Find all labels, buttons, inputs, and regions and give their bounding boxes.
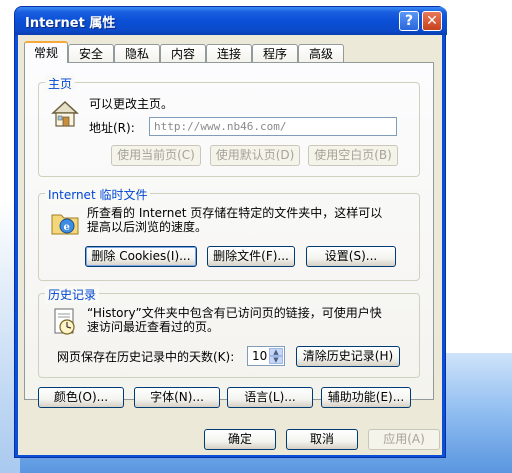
tab-programs[interactable]: 程序 bbox=[252, 44, 298, 62]
window-title: Internet 属性 bbox=[25, 16, 116, 31]
ok-button[interactable]: 确定 bbox=[204, 429, 276, 450]
close-button[interactable]: ✕ bbox=[422, 11, 442, 31]
history-group-title: 历史记录 bbox=[45, 286, 100, 303]
history-days-value: 10 bbox=[252, 349, 268, 363]
colors-button[interactable]: 颜色(O)... bbox=[38, 387, 124, 408]
languages-button[interactable]: 语言(L)... bbox=[227, 387, 313, 408]
home-group-title: 主页 bbox=[45, 75, 76, 92]
delete-files-button[interactable]: 删除文件(F)... bbox=[207, 246, 295, 267]
use-default-button[interactable]: 使用默认页(D) bbox=[210, 145, 300, 166]
tab-privacy[interactable]: 隐私 bbox=[114, 44, 160, 62]
help-button[interactable]: ? bbox=[399, 11, 419, 31]
history-description-line2: 速访问最近查看过的页。 bbox=[87, 320, 220, 334]
fonts-button[interactable]: 字体(N)... bbox=[134, 387, 220, 408]
tab-advanced[interactable]: 高级 bbox=[298, 44, 344, 62]
home-address-input[interactable]: http://www.nb46.com/ bbox=[149, 117, 397, 136]
temp-group-title: Internet 临时文件 bbox=[45, 186, 151, 203]
svg-text:e: e bbox=[64, 222, 70, 233]
history-group: 历史记录 “History”文件夹中包含有已访问页的链接，可使用户快 速访问最近… bbox=[38, 286, 420, 378]
dialog-client-area: 常规 安全 隐私 内容 连接 程序 高级 主页 可以更改主页。 地址(R): h… bbox=[18, 35, 442, 455]
tab-connections[interactable]: 连接 bbox=[206, 44, 252, 62]
spinner-down-icon[interactable]: ▼ bbox=[269, 356, 283, 364]
spinner-up-icon[interactable]: ▲ bbox=[269, 348, 283, 356]
address-label: 地址(R): bbox=[89, 121, 135, 135]
use-blank-button[interactable]: 使用空白页(B) bbox=[308, 145, 398, 166]
cancel-button[interactable]: 取消 bbox=[286, 429, 358, 450]
history-days-label: 网页保存在历史记录中的天数(K): bbox=[57, 350, 235, 364]
clear-history-button[interactable]: 清除历史记录(H) bbox=[296, 346, 400, 367]
home-description: 可以更改主页。 bbox=[89, 97, 174, 111]
accessibility-button[interactable]: 辅助功能(E)... bbox=[321, 387, 411, 408]
internet-options-dialog: Internet 属性 ? ✕ 常规 安全 隐私 内容 连接 程序 高级 主页 bbox=[14, 6, 447, 458]
title-bar[interactable]: Internet 属性 ? ✕ bbox=[15, 7, 447, 35]
tab-general[interactable]: 常规 bbox=[24, 41, 68, 63]
temp-files-group: Internet 临时文件 e 所查看的 Internet 页存储在特定的文件夹… bbox=[38, 186, 420, 281]
history-icon bbox=[54, 308, 75, 335]
tab-content[interactable]: 内容 bbox=[160, 44, 206, 62]
home-icon bbox=[51, 100, 79, 127]
use-current-button[interactable]: 使用当前页(C) bbox=[111, 145, 201, 166]
delete-cookies-button[interactable]: 删除 Cookies(I)... bbox=[85, 246, 197, 267]
temp-description-line2: 提高以后浏览的速度。 bbox=[87, 220, 208, 234]
tab-security[interactable]: 安全 bbox=[68, 44, 114, 62]
apply-button[interactable]: 应用(A) bbox=[368, 429, 440, 450]
ie-folder-icon: e bbox=[51, 214, 79, 235]
spinner-arrows[interactable]: ▲ ▼ bbox=[269, 348, 283, 364]
temp-settings-button[interactable]: 设置(S)... bbox=[306, 246, 396, 267]
history-days-spinner[interactable]: 10 ▲ ▼ bbox=[247, 346, 285, 366]
general-tab-panel: 主页 可以更改主页。 地址(R): http://www.nb46.com/ 使… bbox=[24, 62, 434, 408]
home-page-group: 主页 可以更改主页。 地址(R): http://www.nb46.com/ 使… bbox=[38, 75, 420, 177]
